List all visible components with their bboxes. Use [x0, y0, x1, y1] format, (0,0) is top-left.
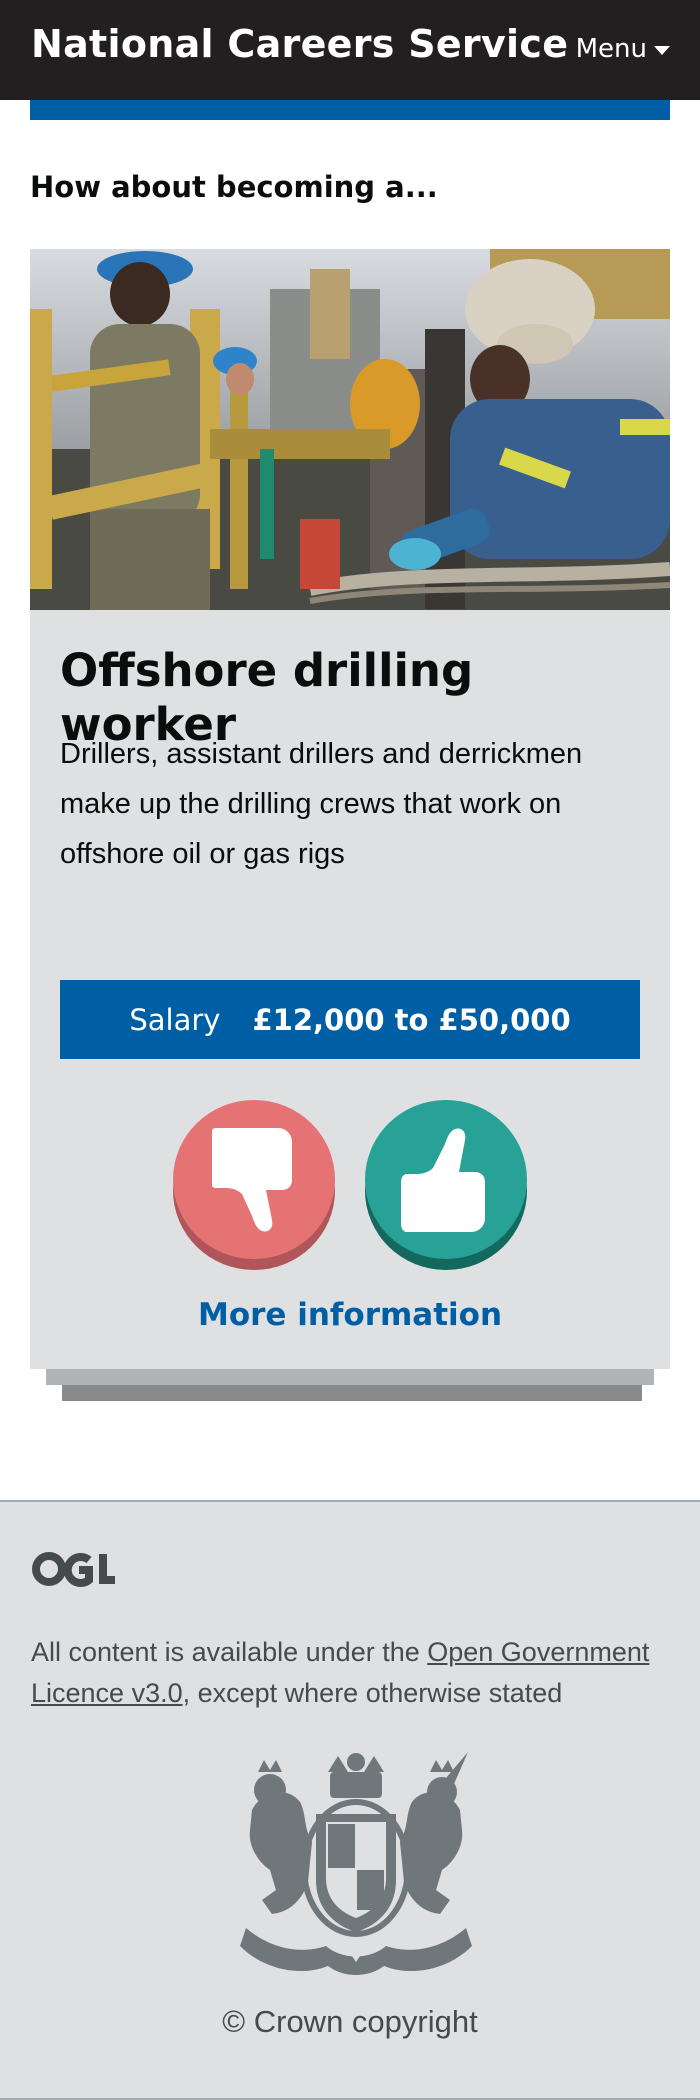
royal-coat-of-arms-icon [232, 1750, 480, 1984]
crown-copyright: © Crown copyright [222, 2004, 478, 2039]
job-photo [30, 249, 670, 610]
thumbs-up-icon [401, 1127, 485, 1232]
licence-prefix: All content is available under the [31, 1637, 428, 1667]
dislike-button[interactable] [173, 1100, 335, 1270]
site-footer: All content is available under the Open … [0, 1500, 700, 2100]
header-accent-bar [30, 100, 670, 120]
thumbs-down-icon [208, 1127, 292, 1232]
salary-label: Salary [129, 1002, 221, 1037]
menu-label: Menu [575, 34, 647, 64]
intro-heading: How about becoming a... [30, 170, 438, 204]
card-stack-layer [62, 1385, 642, 1401]
job-card: Offshore drilling worker Drillers, assis… [30, 249, 670, 1369]
site-name-link[interactable]: National Careers Service [31, 22, 568, 66]
salary-banner: Salary £12,000 to £50,000 [60, 980, 640, 1059]
more-information-link[interactable]: More information [30, 1297, 670, 1333]
licence-suffix: , except where otherwise stated [182, 1678, 563, 1708]
licence-text: All content is available under the Open … [31, 1632, 671, 1714]
menu-button[interactable]: Menu [576, 34, 670, 64]
dislike-button-face [173, 1100, 335, 1259]
like-button-face [365, 1100, 527, 1259]
salary-value: £12,000 to £50,000 [252, 1002, 571, 1037]
like-button[interactable] [365, 1100, 527, 1270]
ogl-logo [31, 1550, 115, 1592]
card-stack-layer [46, 1369, 654, 1385]
job-description: Drillers, assistant drillers and derrick… [60, 738, 583, 870]
caret-down-icon [654, 46, 670, 55]
site-header: National Careers Service Menu [0, 0, 700, 100]
